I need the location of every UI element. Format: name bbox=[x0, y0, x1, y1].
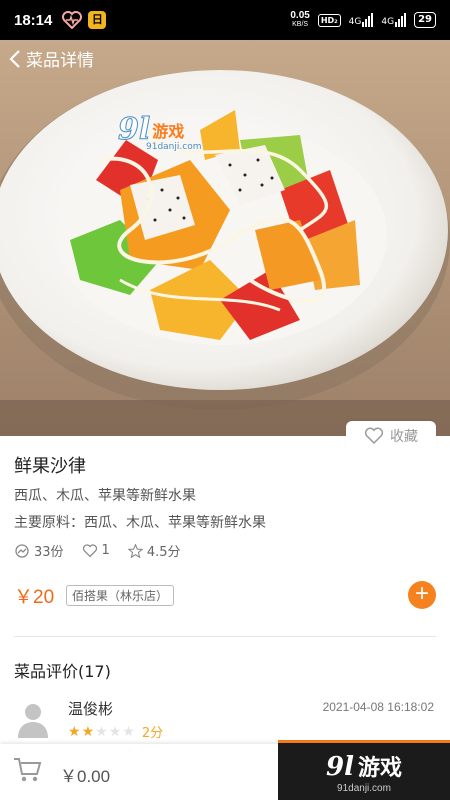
health-heart-icon bbox=[62, 11, 83, 29]
dish-name: 鲜果沙律 bbox=[14, 456, 86, 477]
star-empty-icon: ★ bbox=[95, 723, 108, 740]
star-empty-icon: ★ bbox=[122, 723, 135, 740]
page-title: 菜品详情 bbox=[26, 51, 94, 71]
avatar bbox=[18, 704, 48, 738]
hd-voice-icon: HD₂ bbox=[317, 13, 341, 27]
star-filled-icon: ★ bbox=[68, 723, 81, 740]
battery-icon: 29 bbox=[414, 12, 436, 28]
cart-total: ￥0.00 bbox=[60, 767, 111, 786]
favorite-button[interactable]: 收藏 bbox=[346, 421, 436, 451]
review-score: 2分 bbox=[141, 726, 164, 741]
star-outline-icon bbox=[127, 543, 143, 558]
status-bar: 18:14 日 0.05 KB/S HD₂ 4G 4G 29 bbox=[0, 0, 450, 40]
review-item: 温俊彬 2021-04-08 16:18:02 ★ ★ ★ ★ ★ 2分 bbox=[14, 694, 436, 744]
signal-icon-1: 4G bbox=[349, 13, 374, 27]
dish-ingredients: 主要原料：西瓜、木瓜、苹果等新鲜水果 bbox=[14, 515, 266, 531]
sales-chart-icon bbox=[15, 543, 29, 558]
heart-icon bbox=[82, 543, 97, 557]
fruit-salad-image bbox=[0, 40, 450, 436]
shopping-cart-icon[interactable] bbox=[12, 756, 42, 784]
site-logo-badge: 9l 游戏 91danji.com bbox=[278, 740, 450, 800]
star-empty-icon: ★ bbox=[108, 723, 122, 740]
favorite-label: 收藏 bbox=[390, 429, 418, 445]
dish-description: 西瓜、木瓜、苹果等新鲜水果 bbox=[14, 488, 196, 504]
reviews-title: 菜品评价(17) bbox=[14, 662, 111, 681]
likes-stat[interactable]: 1 bbox=[82, 543, 110, 558]
review-stars: ★ ★ ★ ★ ★ 2分 bbox=[68, 722, 164, 742]
dish-photo bbox=[0, 40, 450, 436]
dish-stats: 33份 1 4.5分 bbox=[14, 541, 181, 560]
shop-tag[interactable]: 佰搭果（林乐店） bbox=[66, 585, 175, 606]
add-to-cart-button[interactable]: + bbox=[408, 581, 436, 609]
star-filled-icon: ★ bbox=[81, 723, 95, 740]
signal-icon-2: 4G bbox=[381, 13, 407, 27]
divider bbox=[14, 636, 436, 637]
network-speed: 0.05 KB/S bbox=[290, 10, 310, 29]
watermark-logo: 9l 游戏 91danji.com bbox=[117, 112, 202, 153]
review-timestamp: 2021-04-08 16:18:02 bbox=[322, 700, 434, 714]
chevron-left-icon bbox=[9, 49, 20, 68]
plus-icon: + bbox=[414, 580, 429, 607]
cart-bar: ￥0.00 9l 游戏 91danji.com bbox=[0, 740, 450, 800]
back-button[interactable]: 菜品详情 bbox=[8, 46, 94, 71]
rating-stat: 4.5分 bbox=[127, 541, 181, 560]
sales-stat: 33份 bbox=[14, 541, 64, 560]
status-time: 18:14 bbox=[14, 11, 53, 29]
heart-outline-icon bbox=[364, 427, 384, 445]
app-notification-icon: 日 bbox=[88, 11, 107, 29]
dish-price: ￥20 bbox=[14, 587, 55, 608]
reviewer-name: 温俊彬 bbox=[68, 700, 114, 718]
